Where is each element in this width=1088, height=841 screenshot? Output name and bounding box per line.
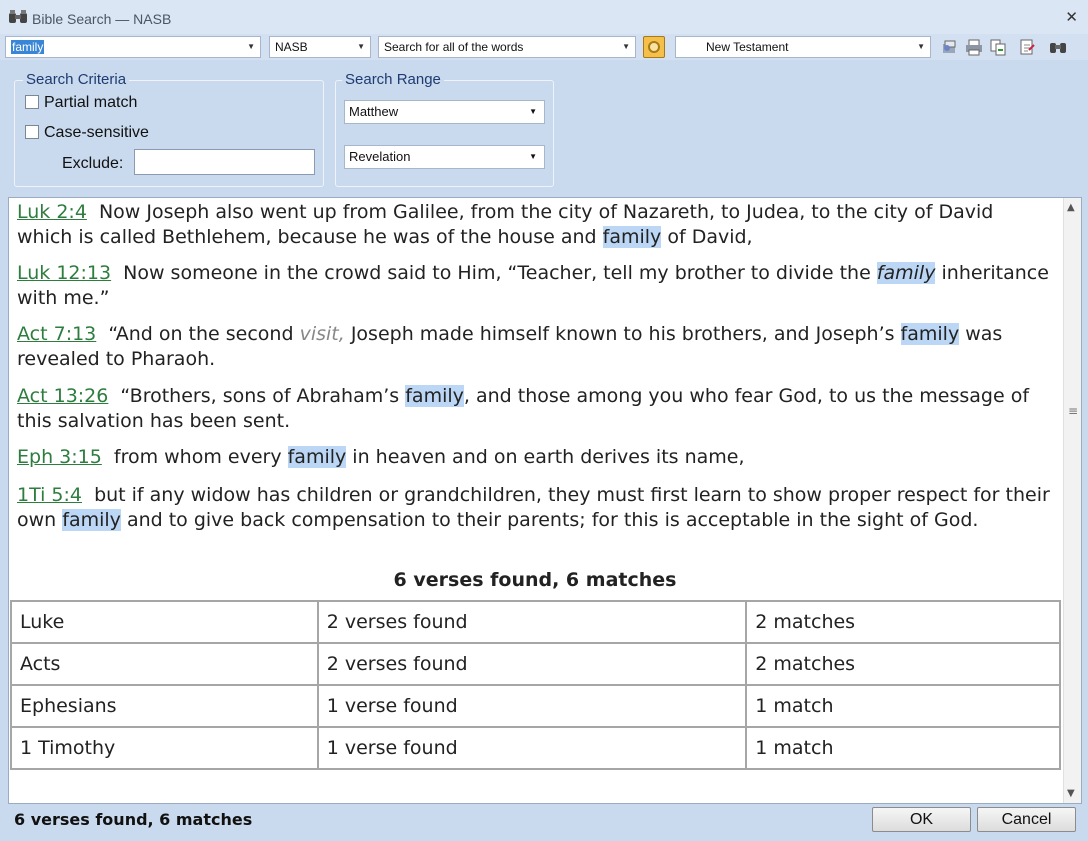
scope-select[interactable]: New Testament ▼ [675, 36, 931, 58]
scope-select-value: New Testament [706, 40, 789, 54]
find-icon[interactable] [1049, 38, 1067, 56]
highlighted-match: family [876, 262, 936, 284]
summary-title: 6 verses found, 6 matches [393, 569, 677, 591]
scroll-grip-icon[interactable]: ≡ [1068, 404, 1078, 418]
checkbox-box[interactable] [25, 125, 39, 139]
export-icon[interactable] [1018, 38, 1036, 56]
verse-item: Act 13:26 “Brothers, sons of Abraham’s f… [17, 384, 1052, 434]
table-cell: 2 verses found [316, 642, 748, 686]
verse-text: “And on the second [108, 323, 300, 345]
range-from-select[interactable]: Matthew ▼ [344, 100, 545, 124]
copy-icon[interactable] [989, 38, 1007, 56]
binoculars-icon [9, 10, 27, 23]
search-range-group: Search Range Matthew ▼ Revelation ▼ [335, 71, 554, 187]
search-criteria-group: Search Criteria Partial match Case-sensi… [14, 71, 324, 187]
table-cell: 2 verses found [316, 600, 748, 644]
highlighted-match: family [62, 509, 121, 531]
verse-item: Luk 12:13 Now someone in the crowd said … [17, 261, 1052, 311]
verse-text: “Brothers, sons of Abraham’s [120, 385, 406, 407]
table-cell: 1 verse found [316, 726, 748, 770]
verse-text: from whom every [113, 446, 288, 468]
range-from-value: Matthew [349, 104, 399, 119]
verse-text: in heaven and on earth derives its name, [346, 446, 745, 468]
table-cell: Luke [10, 600, 319, 644]
window-title: Bible Search — NASB [32, 11, 172, 27]
checkbox-box[interactable] [25, 95, 39, 109]
version-select[interactable]: NASB ▼ [269, 36, 371, 58]
scroll-down-icon[interactable]: ▼ [1067, 788, 1075, 799]
range-to-select[interactable]: Revelation ▼ [344, 145, 545, 169]
table-cell: 1 Timothy [10, 726, 319, 770]
table-row: Ephesians 1 verse found 1 match [10, 684, 1061, 728]
table-cell: 1 match [745, 726, 1061, 770]
close-icon[interactable]: ✕ [1065, 8, 1078, 26]
verse-reference-link[interactable]: Luk 12:13 [17, 262, 111, 284]
table-cell: 1 verse found [316, 684, 748, 728]
verse-item: Luk 2:4 Now Joseph also went up from Gal… [17, 200, 1052, 250]
table-row: Acts 2 verses found 2 matches [10, 642, 1061, 686]
exclude-label: Exclude: [62, 155, 124, 172]
verse-reference-link[interactable]: Act 13:26 [17, 385, 108, 407]
chevron-down-icon[interactable]: ▼ [529, 101, 537, 123]
partial-match-label: Partial match [44, 94, 138, 111]
highlighted-match: family [287, 446, 347, 468]
verse-reference-link[interactable]: Eph 3:15 [17, 446, 102, 468]
status-text: 6 verses found, 6 matches [14, 810, 253, 829]
range-to-value: Revelation [349, 149, 411, 164]
scroll-up-icon[interactable]: ▲ [1067, 202, 1075, 213]
partial-match-checkbox[interactable]: Partial match [25, 94, 137, 112]
highlighted-match: family [900, 323, 960, 345]
print-icon[interactable] [965, 38, 983, 56]
highlighted-match: family [602, 226, 662, 248]
chevron-down-icon[interactable]: ▼ [529, 146, 537, 168]
table-row: Luke 2 verses found 2 matches [10, 600, 1061, 644]
chevron-down-icon[interactable]: ▼ [247, 37, 255, 57]
title-bar: Bible Search — NASB ✕ [0, 0, 1088, 34]
verse-item: Act 7:13 “And on the second visit, Josep… [17, 322, 1052, 372]
highlighted-match: family [405, 385, 464, 407]
chevron-down-icon[interactable]: ▼ [917, 37, 925, 57]
search-criteria-title: Search Criteria [23, 71, 130, 88]
cancel-button[interactable]: Cancel [977, 807, 1076, 832]
chevron-down-icon[interactable]: ▼ [357, 37, 365, 57]
verse-item: 1Ti 5:4 but if any widow has children or… [17, 483, 1052, 533]
verse-text: Joseph made himself known to his brother… [344, 323, 901, 345]
vertical-scrollbar[interactable]: ▲ ≡ ▼ [1063, 198, 1081, 803]
results-pane[interactable]: Luk 2:4 Now Joseph also went up from Gal… [8, 197, 1082, 804]
table-cell: Ephesians [10, 684, 319, 728]
exclude-input[interactable] [134, 149, 315, 175]
table-row: 1 Timothy 1 verse found 1 match [10, 726, 1061, 770]
version-select-value: NASB [275, 40, 308, 54]
toolbar: family ▼ NASB ▼ Search for all of the wo… [0, 34, 1088, 60]
bookmark-icon[interactable] [941, 38, 959, 56]
ok-button[interactable]: OK [872, 807, 971, 832]
verse-reference-link[interactable]: Luk 2:4 [17, 201, 87, 223]
search-range-title: Search Range [342, 71, 444, 88]
verse-text: and to give back compensation to their p… [120, 509, 979, 531]
table-cell: 1 match [745, 684, 1061, 728]
table-cell: 2 matches [745, 642, 1061, 686]
verse-text: visit, [299, 323, 345, 345]
verse-text: Now Joseph also went up from Galilee, fr… [17, 201, 994, 248]
verse-text: Now someone in the crowd said to Him, “T… [123, 262, 877, 284]
options-gear-icon[interactable] [643, 36, 665, 58]
search-input[interactable]: family ▼ [5, 36, 261, 58]
search-input-value: family [11, 40, 45, 54]
case-sensitive-label: Case-sensitive [44, 124, 149, 141]
chevron-down-icon[interactable]: ▼ [622, 37, 630, 57]
table-cell: Acts [10, 642, 319, 686]
verse-text: of David, [661, 226, 753, 248]
verse-reference-link[interactable]: 1Ti 5:4 [17, 484, 82, 506]
table-cell: 2 matches [745, 600, 1061, 644]
summary-table: Luke 2 verses found 2 matches Acts 2 verses … [10, 600, 1061, 770]
verse-reference-link[interactable]: Act 7:13 [17, 323, 96, 345]
search-mode-value: Search for all of the words [384, 40, 524, 54]
verse-item: Eph 3:15 from whom every family in heave… [17, 445, 1052, 470]
search-mode-select[interactable]: Search for all of the words ▼ [378, 36, 636, 58]
case-sensitive-checkbox[interactable]: Case-sensitive [25, 124, 149, 142]
